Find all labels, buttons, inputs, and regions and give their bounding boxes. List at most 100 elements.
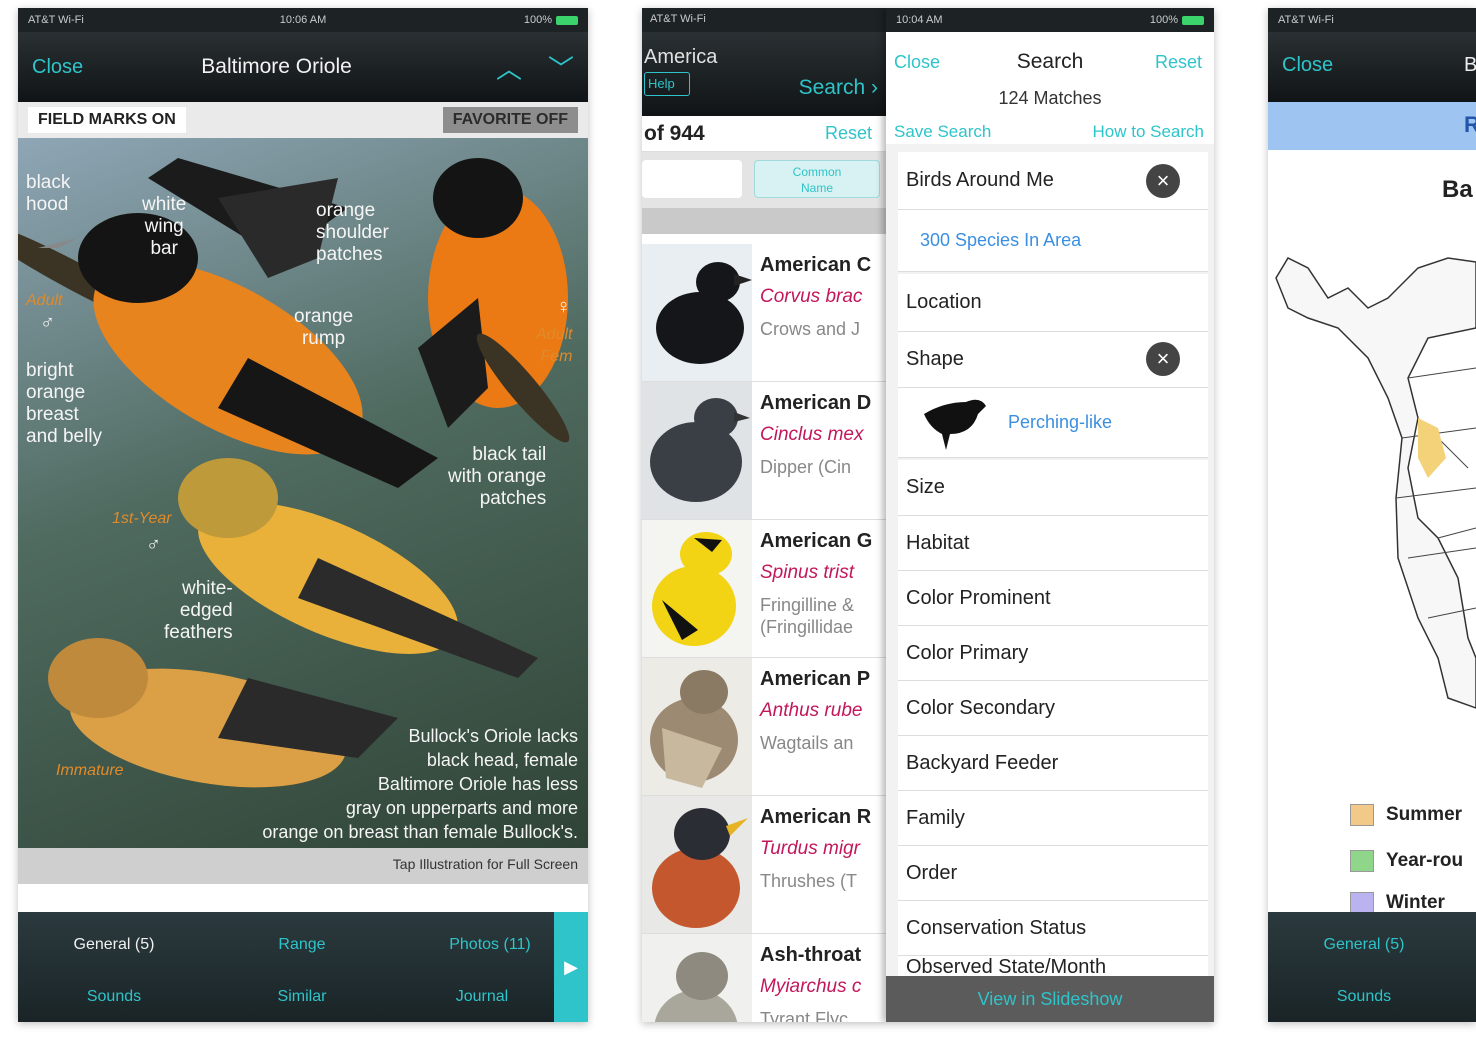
criterion-habitat[interactable]: Habitat — [898, 516, 1208, 571]
chevron-up-icon[interactable]: ︿ — [496, 49, 522, 86]
bird-thumbnail — [642, 520, 752, 657]
play-icon[interactable]: ▶ — [554, 912, 588, 1022]
criterion-birds-around-me[interactable]: Birds Around Me × — [898, 152, 1208, 210]
list-item[interactable]: Ash-throat Myiarchus c Tyrant Flyc — [642, 934, 886, 1022]
tab-general[interactable]: General (5) — [1294, 936, 1434, 954]
close-button[interactable]: Close — [1282, 54, 1333, 77]
criterion-color-primary[interactable]: Color Primary — [898, 626, 1208, 681]
range-header-bar: R — [1268, 102, 1476, 150]
list-item[interactable]: American D Cinclus mex Dipper (Cin — [642, 382, 886, 520]
bird-name: American D — [760, 392, 872, 414]
clear-icon[interactable]: × — [1146, 164, 1180, 198]
criterion-label: Birds Around Me — [906, 169, 1054, 191]
tab-sounds[interactable]: Sounds — [44, 988, 184, 1006]
bird-name: American G — [760, 530, 873, 552]
battery-label: 100% — [1149, 14, 1178, 26]
tab-general[interactable]: General (5) — [44, 936, 184, 954]
criterion-color-secondary[interactable]: Color Secondary — [898, 681, 1208, 736]
criterion-shape[interactable]: Shape × — [898, 332, 1208, 388]
help-button[interactable]: Help — [644, 72, 690, 96]
bird-thumbnail — [642, 382, 752, 519]
search-header: Close Search Reset 124 Matches Save Sear… — [886, 32, 1214, 144]
label-note: Bullock's Oriole lacks black head, femal… — [262, 726, 578, 842]
carrier-label: AT&T Wi-Fi — [1278, 14, 1334, 26]
status-bar: 10:04 AM 100% — [886, 8, 1214, 32]
list-item[interactable]: American P Anthus rube Wagtails an — [642, 658, 886, 796]
criterion-conservation-status[interactable]: Conservation Status — [898, 901, 1208, 956]
male-symbol-icon: ♂ — [40, 312, 55, 334]
save-search-button[interactable]: Save Search — [894, 122, 991, 142]
criterion-order[interactable]: Order — [898, 846, 1208, 901]
oriole-illustration[interactable]: black hood white wing bar orange shoulde… — [18, 138, 588, 848]
field-marks-toggle[interactable]: FIELD MARKS ON — [28, 107, 186, 133]
status-bar: AT&T Wi-Fi — [642, 8, 886, 32]
bird-scientific-name: Turdus migr — [760, 838, 860, 859]
criterion-size[interactable]: Size — [898, 460, 1208, 516]
how-to-search-button[interactable]: How to Search — [1093, 122, 1205, 142]
search-input[interactable] — [642, 160, 742, 198]
legend-year-round: Year-rou — [1350, 850, 1463, 872]
label-immature: Immature — [56, 762, 124, 779]
bird-name: Ash-throat — [760, 944, 862, 966]
legend-summer: Summer — [1350, 804, 1462, 826]
nav-bar: Close B — [1268, 32, 1476, 102]
bird-name: American C — [760, 254, 872, 276]
common-name-button[interactable]: Common Name — [754, 160, 880, 198]
bird-name: American R — [760, 806, 872, 828]
range-map-screen: AT&T Wi-Fi Close B R Ba Summer Year-rou … — [1268, 8, 1476, 1022]
legend-winter: Winter — [1350, 892, 1445, 912]
criterion-family[interactable]: Family — [898, 791, 1208, 846]
tab-journal[interactable]: Journal — [412, 988, 552, 1006]
time-label: 10:04 AM — [896, 14, 943, 26]
tab-sounds[interactable]: Sounds — [1294, 988, 1434, 1006]
first-year-male-symbol-icon: ♂ — [146, 534, 161, 556]
reset-button[interactable]: Reset — [1155, 52, 1202, 73]
tab-similar[interactable]: Similar — [232, 988, 372, 1006]
label-orange-rump: orange rump — [294, 306, 354, 349]
list-item[interactable]: American G Spinus trist Fringilline & (F… — [642, 520, 886, 658]
carrier-label: AT&T Wi-Fi — [28, 14, 84, 26]
count-bar: of 944 Reset — [642, 116, 886, 152]
label-black-hood: black hood — [26, 172, 71, 215]
bird-scientific-name: Anthus rube — [760, 700, 863, 721]
nav-bar: Close Baltimore Oriole ︿ ﹀ — [18, 32, 588, 102]
battery-icon — [1182, 15, 1204, 25]
bird-family: Fringilline & (Fringillidae — [760, 595, 855, 637]
bird-thumbnail — [642, 244, 752, 381]
favorite-toggle[interactable]: FAVORITE OFF — [442, 107, 578, 133]
label-white-wing-bar: white wing bar — [142, 194, 187, 259]
criterion-location[interactable]: Location — [898, 274, 1208, 332]
view-in-slideshow-button[interactable]: View in Slideshow — [886, 976, 1214, 1022]
tab-photos[interactable]: Photos (11) — [420, 936, 560, 954]
perching-bird-icon — [924, 399, 986, 450]
bird-family: Dipper (Cin — [760, 457, 852, 477]
bird-scientific-name: Cinclus mex — [760, 424, 864, 445]
nav-bar: America Help Search › — [642, 32, 886, 116]
list-item[interactable]: American R Turdus migr Thrushes (T — [642, 796, 886, 934]
map-title: Ba — [1442, 176, 1473, 203]
criterion-color-prominent[interactable]: Color Prominent — [898, 571, 1208, 626]
reset-button[interactable]: Reset — [825, 123, 872, 144]
status-bar: AT&T Wi-Fi — [1268, 8, 1476, 32]
criterion-backyard-feeder[interactable]: Backyard Feeder — [898, 736, 1208, 791]
legend-label: Winter — [1386, 892, 1445, 912]
chevron-down-icon[interactable]: ﹀ — [548, 49, 574, 86]
battery-icon — [555, 15, 578, 25]
toggle-bar: FIELD MARKS ON FAVORITE OFF — [18, 102, 588, 138]
page-title: Baltimore Oriole — [201, 55, 352, 78]
close-button[interactable]: Close — [32, 56, 83, 79]
tab-range[interactable]: Range — [232, 936, 372, 954]
clear-icon[interactable]: × — [1146, 342, 1180, 376]
year-round-swatch — [1350, 850, 1374, 872]
bird-thumbnail — [642, 796, 752, 933]
search-panel: 10:04 AM 100% Close Search Reset 124 Mat… — [886, 8, 1214, 1022]
list-item[interactable]: American C Corvus brac Crows and J — [642, 244, 886, 382]
criterion-value-shape[interactable]: Perching-like — [898, 388, 1208, 458]
tap-hint: Tap Illustration for Full Screen — [18, 848, 588, 884]
criterion-value-species-in-area[interactable]: 300 Species In Area — [898, 210, 1208, 272]
label-breast: bright orange breast and belly — [26, 360, 103, 447]
search-button[interactable]: Search › — [799, 76, 878, 100]
chevron-right-icon: › — [871, 76, 878, 99]
tab-bar: General (5) Range Photos (11) Sounds Sim… — [18, 912, 588, 1022]
status-bar: AT&T Wi-Fi 10:06 AM 100% — [18, 8, 588, 32]
